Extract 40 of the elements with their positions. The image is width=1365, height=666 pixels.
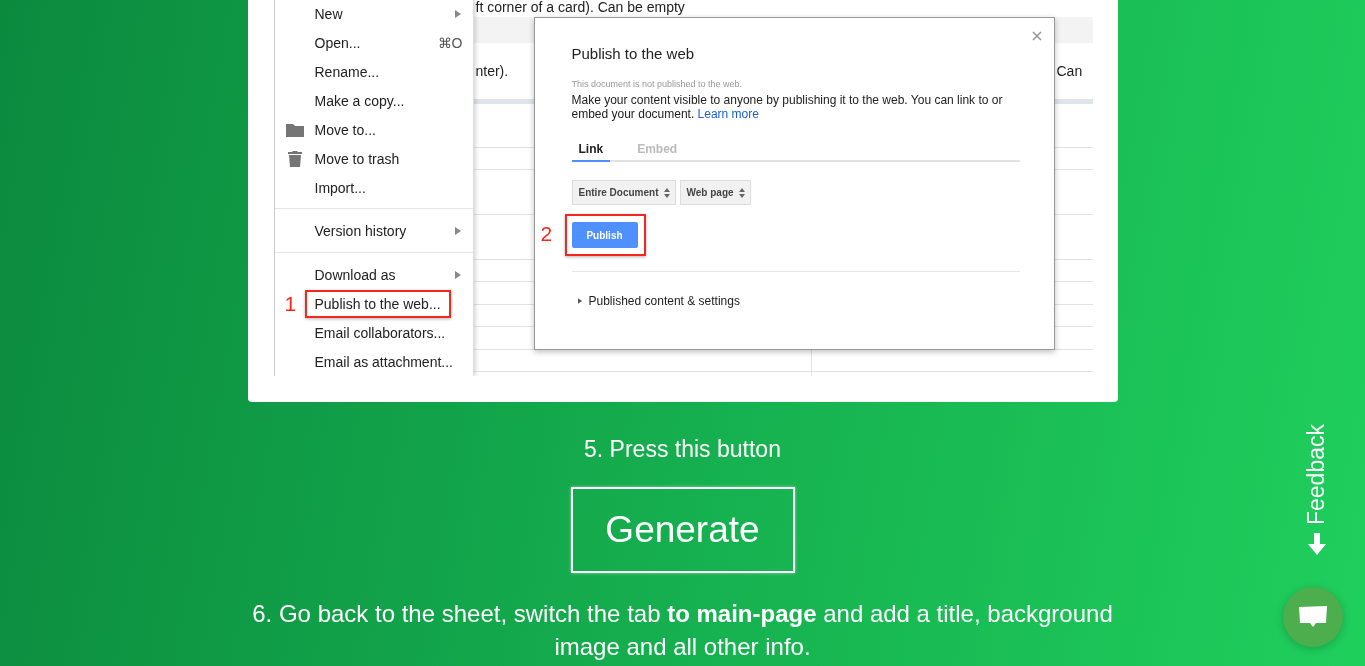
- menu-item[interactable]: Open...: [304, 28, 371, 57]
- step-number: 2: [540, 222, 553, 246]
- close-icon[interactable]: [1031, 31, 1042, 41]
- down-arrow-icon: [1307, 533, 1326, 555]
- dialog-tab[interactable]: Link: [571, 142, 611, 162]
- menu-item[interactable]: Rename...: [304, 57, 390, 86]
- sheet-cell-text: ft corner of a card). Can be empty: [475, 0, 685, 15]
- submenu-arrow-icon: [454, 270, 461, 279]
- chat-button[interactable]: [1283, 587, 1343, 647]
- folder-icon: [285, 122, 304, 137]
- menu-item[interactable]: Move to...: [304, 115, 386, 144]
- step-text: 5. Press this button: [584, 436, 781, 463]
- step-number: 1: [284, 291, 297, 316]
- menu-item[interactable]: New: [304, 0, 353, 28]
- chat-bubble-icon: [1298, 605, 1328, 629]
- sheet-cell-text: Can: [1056, 63, 1083, 79]
- submenu-arrow-icon: [454, 9, 461, 18]
- expand-arrow-icon[interactable]: [577, 298, 582, 304]
- dialog-title: Publish to the web: [571, 45, 696, 62]
- menu-item[interactable]: Version history: [304, 216, 417, 245]
- sheet-cell-text: nter).: [475, 63, 509, 79]
- learn-more-link[interactable]: Learn more: [697, 107, 759, 121]
- menu-item[interactable]: Import...: [304, 173, 376, 202]
- menu-item[interactable]: Download as: [304, 260, 406, 289]
- up-down-arrows-icon: [663, 187, 670, 198]
- dropdown-select[interactable]: Web page: [679, 180, 751, 205]
- menu-item[interactable]: Make a copy...: [304, 86, 415, 115]
- submenu-arrow-icon: [454, 226, 461, 235]
- shortcut-text: ⌘O: [437, 34, 463, 51]
- description-text: Make your content visible to anyone by publishing it to the web. You can link to or embed your document. Learn more: [571, 93, 1004, 121]
- section-toggle[interactable]: Published content & settings: [588, 294, 740, 308]
- menu-item[interactable]: Move to trash: [304, 144, 410, 173]
- menu-item[interactable]: Publish to the web...: [304, 289, 451, 318]
- dropdown-select[interactable]: Entire Document: [571, 180, 676, 205]
- status-text: This document is not published to the web.: [571, 79, 744, 89]
- menu-item[interactable]: Email as attachment...: [304, 347, 463, 376]
- up-down-arrows-icon: [738, 187, 745, 198]
- step-text: 6. Go back to the sheet, switch the tab to main-page and add a title, background image and all other info.: [251, 599, 1114, 662]
- trash-icon: [287, 150, 302, 167]
- menu-item[interactable]: Email collaborators...: [304, 318, 456, 347]
